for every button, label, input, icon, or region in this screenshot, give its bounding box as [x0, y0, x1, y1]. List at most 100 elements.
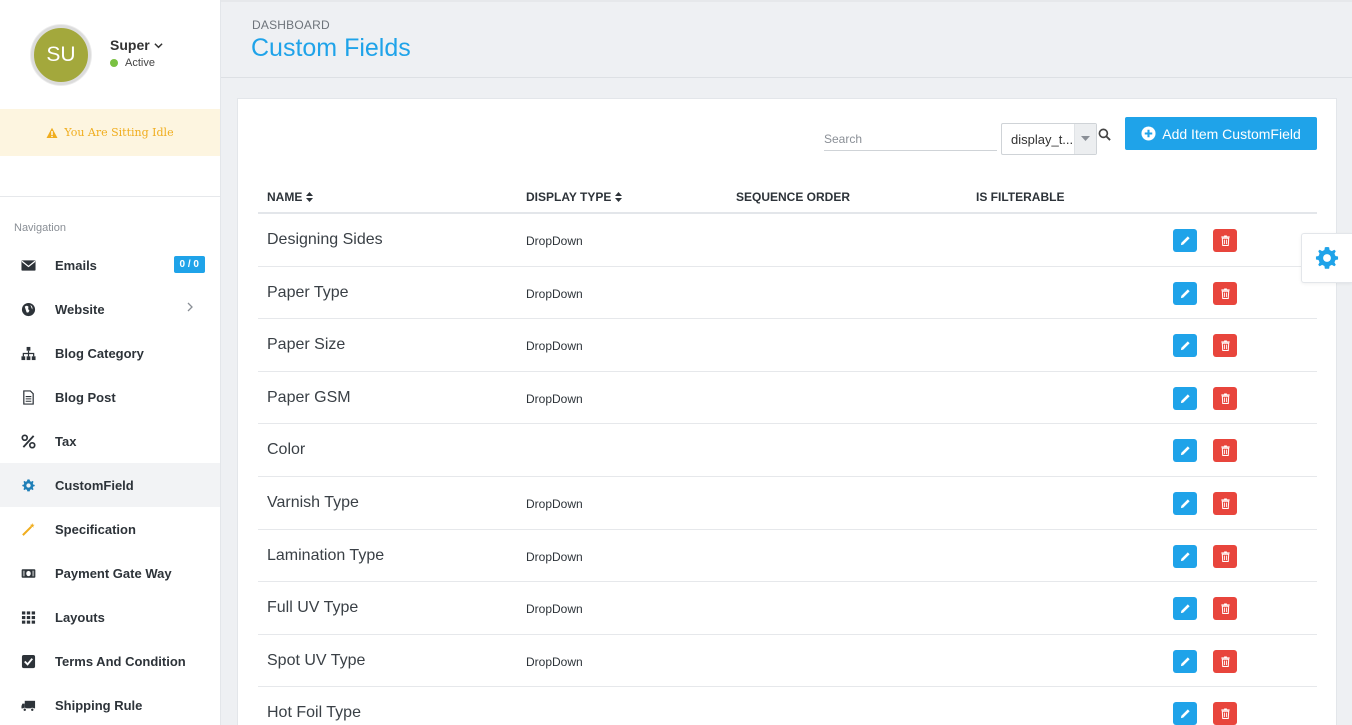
sidebar-item-layouts[interactable]: Layouts	[0, 595, 220, 639]
sidebar-item-label: Blog Category	[55, 345, 144, 361]
edit-button[interactable]	[1173, 491, 1197, 515]
edit-button[interactable]	[1173, 229, 1197, 252]
edit-button[interactable]	[1173, 439, 1197, 463]
sidebar-item-specification[interactable]: Specification	[0, 507, 220, 551]
search-field-select-value: display_t...	[1011, 131, 1074, 147]
delete-button[interactable]	[1213, 229, 1237, 252]
cell-display-type: DropDown	[526, 496, 583, 511]
caret-down-icon	[1081, 136, 1090, 141]
column-header-display-type[interactable]: DISPLAY TYPE	[526, 190, 623, 204]
check-square-icon	[20, 653, 36, 669]
column-header-label: SEQUENCE ORDER	[736, 190, 851, 204]
sidebar-item-label: Specification	[55, 521, 136, 537]
search-input[interactable]	[824, 127, 997, 151]
delete-button[interactable]	[1213, 597, 1237, 621]
sidebar-item-shipping-rule[interactable]: Shipping Rule	[0, 683, 220, 725]
chevron-right-icon	[187, 302, 193, 312]
sidebar-item-customfield[interactable]: CustomField	[0, 463, 220, 507]
search-icon[interactable]	[1098, 128, 1111, 141]
pencil-icon	[1180, 499, 1190, 509]
cell-name: Paper Type	[267, 283, 349, 301]
cell-name: Hot Foil Type	[267, 704, 361, 722]
envelope-icon	[20, 257, 36, 273]
delete-button[interactable]	[1213, 334, 1237, 358]
edit-button[interactable]	[1173, 702, 1197, 725]
sidebar-item-blog-post[interactable]: Blog Post	[0, 375, 220, 419]
idle-banner: You Are Sitting Idle	[0, 109, 220, 156]
add-item-customfield-button[interactable]: Add Item CustomField	[1125, 117, 1317, 150]
table-body: Designing Sides DropDown Paper Type DropDow…	[258, 214, 1317, 725]
custom-fields-table: NAME DISPLAY TYPE SEQUENCE ORDER IS FILT…	[258, 177, 1317, 725]
avatar-initials: SU	[46, 43, 76, 66]
table-header: NAME DISPLAY TYPE SEQUENCE ORDER IS FILT…	[258, 177, 1317, 214]
trash-icon	[1220, 445, 1230, 457]
idle-banner-text: You Are Sitting Idle	[64, 126, 174, 139]
sort-icon	[615, 192, 623, 202]
sidebar-item-tax[interactable]: Tax	[0, 419, 220, 463]
trash-icon	[1220, 235, 1230, 246]
delete-button[interactable]	[1213, 702, 1237, 725]
cell-display-type: DropDown	[526, 234, 583, 248]
pencil-icon	[1180, 709, 1190, 719]
cell-name: Paper Size	[267, 336, 346, 354]
pencil-icon	[1180, 551, 1190, 561]
sort-icon	[306, 192, 314, 202]
magic-wand-icon	[20, 521, 36, 537]
user-name: Super	[110, 37, 150, 53]
trash-icon	[1220, 498, 1230, 509]
table-row: Hot Foil Type	[258, 687, 1317, 725]
edit-button[interactable]	[1173, 334, 1197, 358]
cell-display-type: DropDown	[526, 339, 583, 354]
edit-button[interactable]	[1173, 597, 1197, 621]
money-icon	[20, 565, 36, 581]
status-dot-icon	[110, 59, 118, 67]
delete-button[interactable]	[1213, 544, 1237, 568]
breadcrumb[interactable]: DASHBOARD	[252, 18, 330, 32]
sidebar: SU Super Active You Are Sitting Idle Nav…	[0, 0, 221, 725]
sidebar-item-terms-and-condition[interactable]: Terms And Condition	[0, 639, 220, 683]
truck-icon	[20, 697, 36, 713]
sidebar-item-blog-category[interactable]: Blog Category	[0, 331, 220, 375]
delete-button[interactable]	[1213, 649, 1237, 673]
sidebar-item-label: Blog Post	[55, 389, 116, 405]
pencil-icon	[1180, 341, 1190, 351]
delete-button[interactable]	[1213, 439, 1237, 463]
settings-panel-toggle[interactable]	[1301, 233, 1352, 283]
edit-button[interactable]	[1173, 386, 1197, 410]
sidebar-item-payment-gate-way[interactable]: Payment Gate Way	[0, 551, 220, 595]
gear-icon	[20, 477, 36, 493]
column-header-name[interactable]: NAME	[267, 190, 314, 204]
user-status-text: Active	[125, 57, 155, 69]
warning-icon	[46, 127, 58, 138]
nav-heading: Navigation	[14, 222, 66, 234]
cell-display-type: DropDown	[526, 391, 583, 406]
cell-name: Varnish Type	[267, 493, 359, 511]
edit-button[interactable]	[1173, 281, 1197, 305]
select-arrow[interactable]	[1074, 124, 1096, 154]
edit-button[interactable]	[1173, 544, 1197, 568]
delete-button[interactable]	[1213, 491, 1237, 515]
trash-icon	[1220, 288, 1230, 299]
sitemap-icon	[20, 345, 36, 361]
column-header-label: NAME	[267, 190, 303, 204]
user-profile: SU Super Active	[0, 0, 220, 109]
sidebar-item-emails[interactable]: Emails 0 / 0	[0, 243, 220, 287]
column-header-label: DISPLAY TYPE	[526, 190, 612, 204]
sidebar-item-label: Website	[55, 301, 105, 317]
trash-icon	[1220, 393, 1230, 404]
sidebar-item-label: Terms And Condition	[55, 653, 186, 669]
sidebar-item-label: Shipping Rule	[55, 697, 143, 713]
user-menu-toggle[interactable]: Super	[110, 37, 163, 53]
emails-count-badge: 0 / 0	[173, 256, 205, 273]
avatar[interactable]: SU	[31, 25, 91, 85]
delete-button[interactable]	[1213, 281, 1237, 305]
edit-button[interactable]	[1173, 649, 1197, 673]
search-field-select[interactable]: display_t...	[1001, 123, 1097, 155]
sidebar-item-website[interactable]: Website	[0, 287, 220, 331]
pencil-icon	[1180, 446, 1190, 456]
delete-button[interactable]	[1213, 386, 1237, 410]
column-header-label: IS FILTERABLE	[976, 190, 1065, 204]
file-text-icon	[20, 389, 36, 405]
sidebar-item-label: CustomField	[55, 477, 134, 493]
table-row: Paper Size DropDown	[258, 319, 1317, 372]
